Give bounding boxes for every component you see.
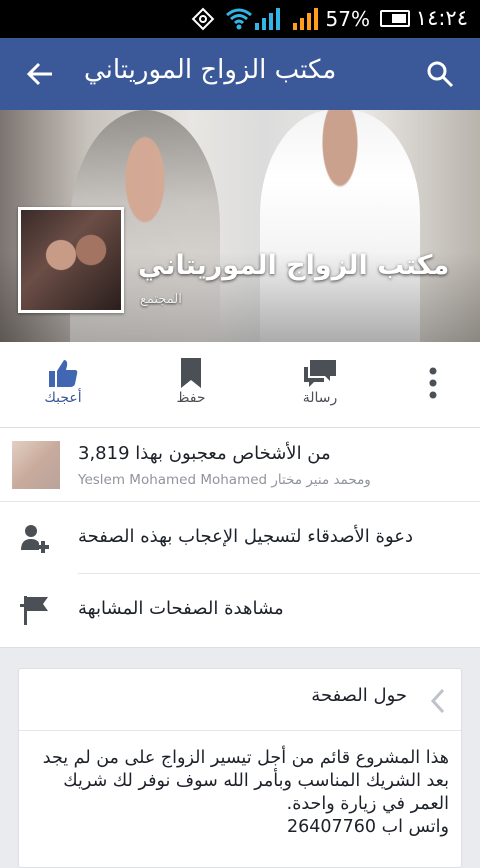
message-button[interactable]: رسالة [285,356,355,406]
similar-pages-row[interactable]: مشاهدة الصفحات المشابهة [0,574,480,646]
back-arrow-icon[interactable] [26,60,54,88]
page-category[interactable]: المجتمع [140,292,182,307]
signal-icon [255,8,280,30]
signal-icon [293,8,318,30]
battery-icon [380,10,410,27]
likes-thumbnail [12,441,60,489]
save-label: حفظ [176,390,206,406]
invite-friends-label: دعوة الأصدقاء لتسجيل الإعجاب بهذه الصفحة [78,526,414,547]
wifi-icon [226,8,252,30]
message-label: رسالة [302,390,338,406]
cover-photo[interactable]: مكتب الزواج الموريتاني المجتمع [0,110,480,342]
status-bar: 57% ١٤:٢٤ [0,0,480,38]
battery-percent: 57% [325,7,370,31]
profile-picture[interactable] [18,207,124,313]
app-bar: مكتب الزواج الموريتاني [0,38,480,110]
bookmark-icon [181,358,201,388]
about-card: حول الصفحة هذا المشروع قائم من أجل تيسير… [18,668,463,868]
invite-friends-row[interactable]: دعوة الأصدقاء لتسجيل الإعجاب بهذه الصفحة [21,502,480,574]
about-title: حول الصفحة [311,685,407,706]
screen-rotation-icon [191,7,215,31]
more-options-button[interactable] [415,366,451,404]
like-button[interactable]: أعجبك [28,356,98,406]
chevron-left-icon [430,688,445,714]
clock: ١٤:٢٤ [415,6,468,30]
more-icon [429,367,437,399]
message-icon [304,360,336,387]
likes-friends: Yeslem Mohamed Mohamed ومحمد منير مختار [78,472,371,488]
like-label: أعجبك [44,390,82,406]
page-name: مكتب الزواج الموريتاني [138,250,450,281]
add-friend-icon [21,525,49,553]
app-bar-title: مكتب الزواج الموريتاني [84,55,337,85]
search-icon[interactable] [426,60,454,88]
action-bar: أعجبك حفظ رسالة [0,342,480,428]
whatsapp-number: واتس اب 26407760 [286,817,449,837]
likes-row[interactable]: 3,819 من الأشخاص معجبون بهذا Yeslem Moha… [0,428,480,502]
similar-pages-label: مشاهدة الصفحات المشابهة [78,598,284,619]
flag-icon [20,596,48,625]
likes-count: 3,819 من الأشخاص معجبون بهذا [78,443,331,464]
about-text: هذا المشروع قائم من أجل تيسير الزواج على… [42,748,449,814]
likes-card: 3,819 من الأشخاص معجبون بهذا Yeslem Moha… [0,428,480,648]
about-header[interactable]: حول الصفحة [19,669,463,731]
about-description: هذا المشروع قائم من أجل تيسير الزواج على… [19,747,463,839]
like-icon [49,360,78,387]
save-button[interactable]: حفظ [156,356,226,406]
